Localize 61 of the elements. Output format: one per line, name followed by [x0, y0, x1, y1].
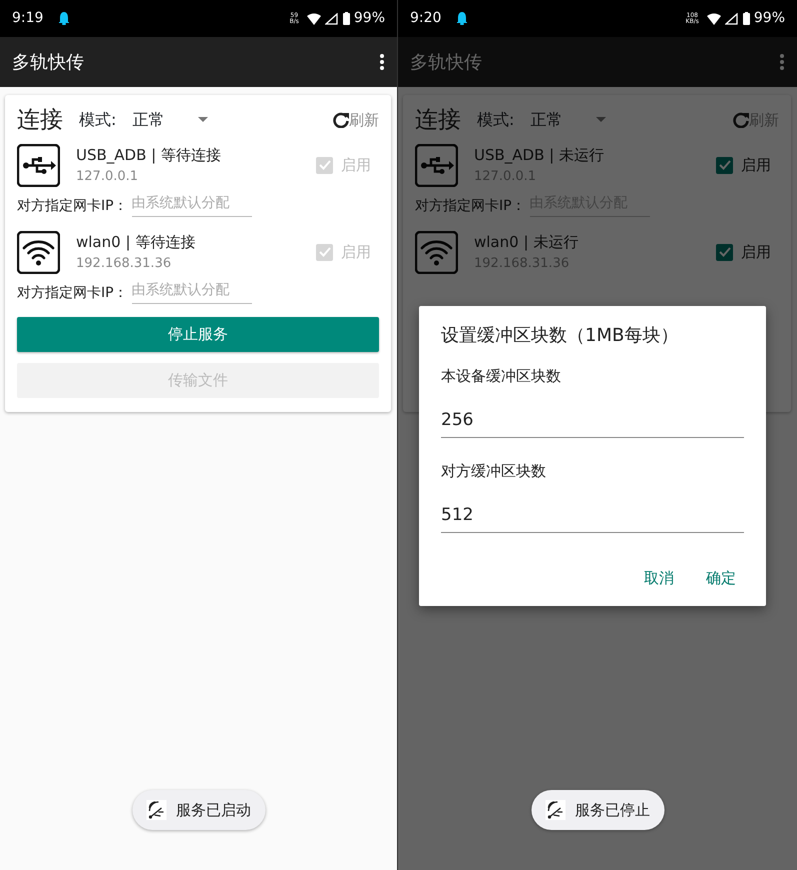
- enable-checkbox[interactable]: [716, 156, 733, 174]
- checkmark-icon: [318, 247, 330, 257]
- battery-level: 99%: [754, 9, 785, 28]
- refresh-icon: [733, 112, 749, 128]
- number-input-field[interactable]: 512: [441, 496, 744, 533]
- section-title: 连接: [17, 106, 63, 135]
- battery-icon: [742, 12, 750, 25]
- checkmark-icon: [718, 160, 730, 170]
- dropdown-caret-icon: [596, 117, 606, 124]
- confirm-button[interactable]: 确定: [698, 563, 744, 594]
- mode-dropdown[interactable]: 正常: [132, 108, 208, 132]
- status-time: 9:20: [410, 9, 442, 28]
- ip-label: 对方指定网卡IP：: [17, 196, 128, 216]
- app-title: 多轨快传: [410, 50, 483, 74]
- more-menu-icon[interactable]: [379, 53, 385, 71]
- refresh-icon: [333, 112, 349, 128]
- dialog-title: 设置缓冲区块数（1MB每块）: [441, 324, 680, 348]
- toast-notification: 服务已启动: [132, 790, 265, 830]
- wifi-device-icon: [415, 230, 458, 274]
- toast-notification: 服务已停止: [531, 790, 664, 830]
- ip-label: 对方指定网卡IP：: [415, 196, 526, 216]
- app-title: 多轨快传: [12, 50, 85, 74]
- device-name: wlan0 | 未运行: [474, 232, 580, 253]
- refresh-button[interactable]: 刷新: [333, 109, 379, 132]
- wifi-icon: [706, 12, 721, 24]
- field-label: 本设备缓冲区块数: [441, 366, 562, 387]
- enable-label: 启用: [341, 242, 371, 263]
- mode-dropdown[interactable]: 正常: [530, 108, 606, 132]
- mode-label: 模式:: [79, 109, 116, 132]
- checkmark-icon: [318, 160, 330, 170]
- section-title: 连接: [415, 106, 461, 135]
- device-name: USB_ADB | 未运行: [474, 145, 605, 166]
- battery-level: 99%: [354, 9, 385, 28]
- wifi-icon: [306, 12, 321, 24]
- notification-bell-icon: [457, 12, 468, 25]
- cancel-button[interactable]: 取消: [636, 563, 682, 594]
- usb-device-icon: [17, 144, 60, 186]
- signal-icon: [724, 12, 739, 24]
- antenna-icon: [545, 800, 565, 820]
- notification-bell-icon: [59, 12, 70, 25]
- stop-service-button[interactable]: 停止服务: [17, 316, 379, 352]
- number-input-field[interactable]: 256: [441, 402, 744, 438]
- device-name: USB_ADB | 等待连接: [76, 145, 222, 166]
- antenna-icon: [146, 800, 166, 820]
- signal-icon: [324, 12, 339, 24]
- wifi-device-icon: [17, 230, 60, 274]
- ip-label: 对方指定网卡IP：: [17, 284, 128, 302]
- device-name: wlan0 | 等待连接: [76, 232, 196, 253]
- device-address: 192.168.31.36: [76, 254, 172, 272]
- mode-label: 模式:: [477, 109, 514, 132]
- battery-icon: [342, 12, 350, 25]
- enable-label: 启用: [741, 242, 771, 263]
- enable-label: 启用: [341, 154, 371, 176]
- device-address: 127.0.0.1: [76, 168, 140, 186]
- checkmark-icon: [718, 247, 730, 257]
- field-label: 对方缓冲区块数: [441, 461, 547, 482]
- dropdown-caret-icon: [198, 117, 208, 124]
- enable-checkbox[interactable]: [716, 244, 733, 260]
- usb-device-icon: [415, 144, 458, 186]
- status-time: 9:19: [12, 9, 44, 28]
- enable-label: 启用: [741, 154, 771, 176]
